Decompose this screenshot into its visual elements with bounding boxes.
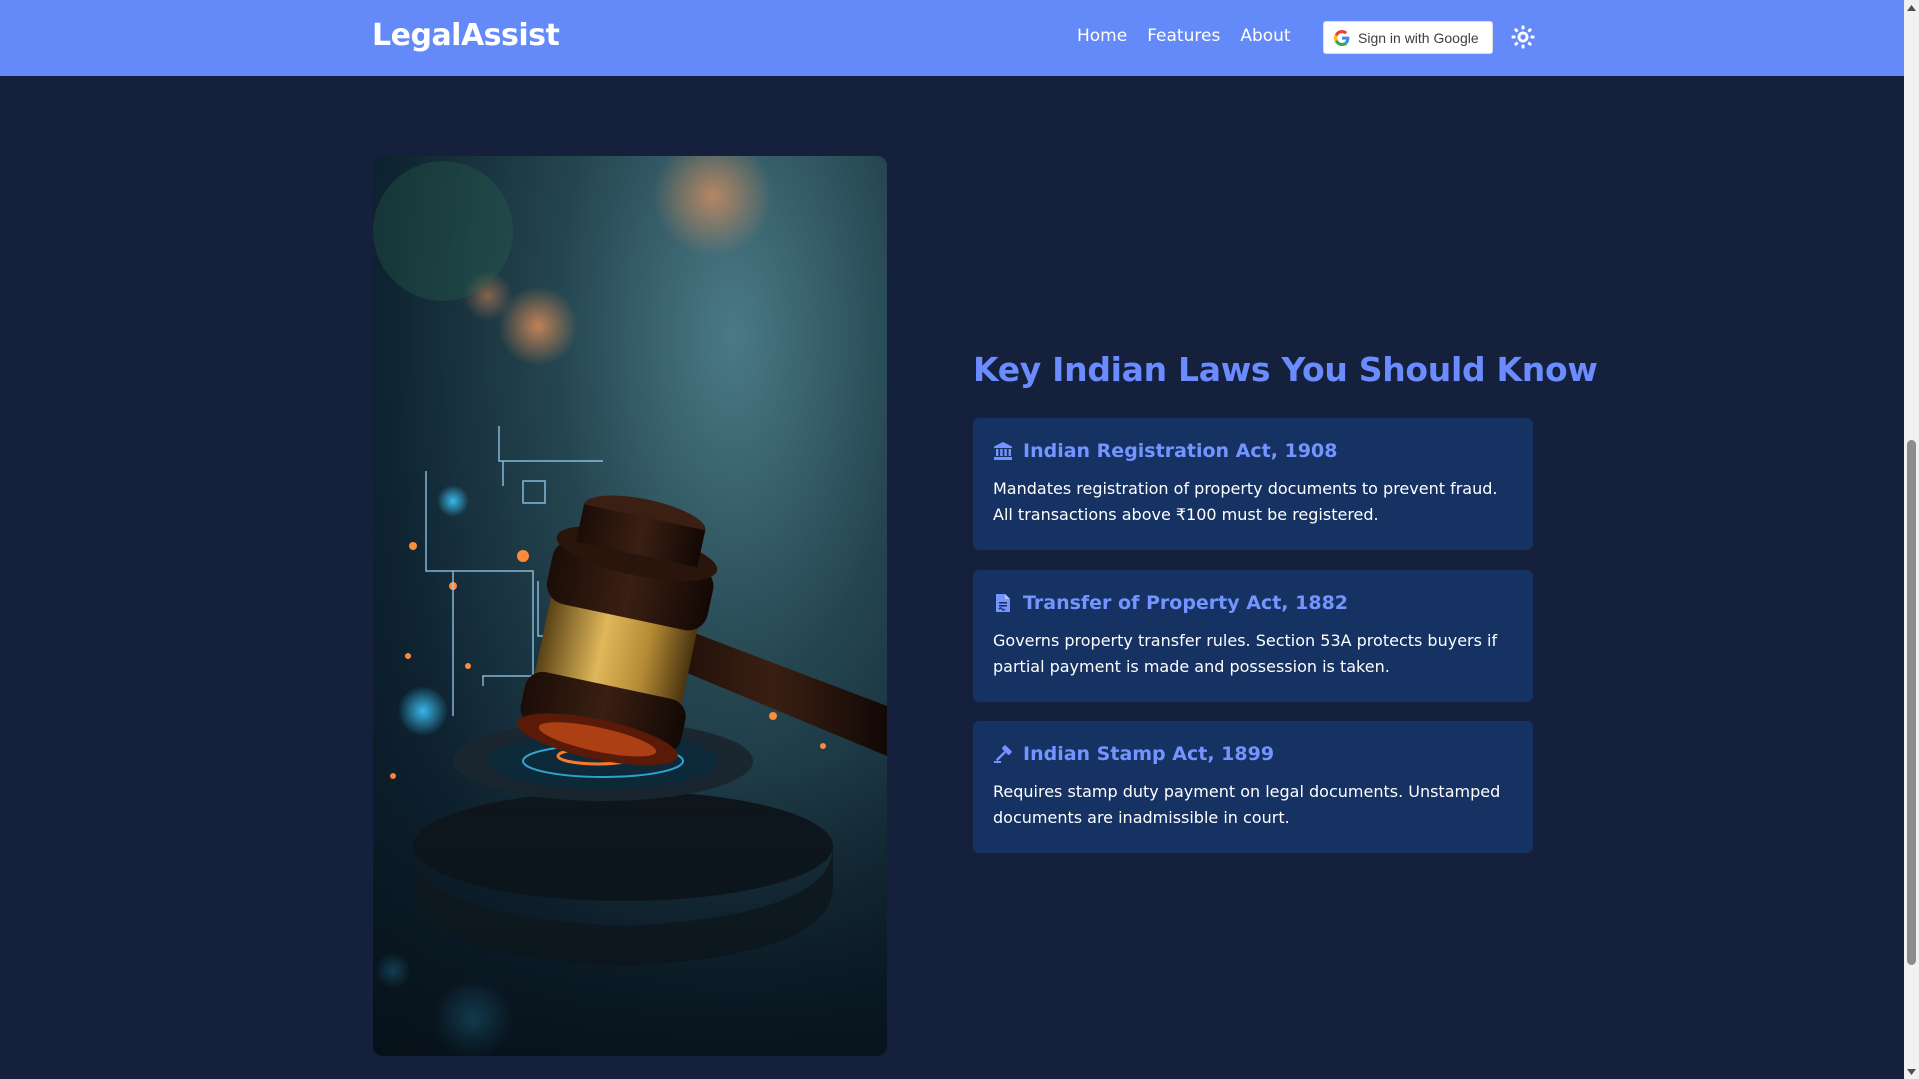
nav-features-link[interactable]: Features (1147, 26, 1220, 46)
scrollbar-thumb[interactable] (1907, 440, 1916, 965)
scroll-down-arrow-icon[interactable] (1904, 1064, 1919, 1079)
judge-gavel-image (373, 156, 887, 1056)
google-signin-label: Sign in with Google (1358, 29, 1479, 46)
section-title: Key Indian Laws You Should Know (973, 350, 1598, 389)
law-description: Governs property transfer rules. Section… (993, 631, 1498, 676)
page: LegalAssist Home Features About Sign in … (0, 0, 1919, 1079)
nav-links: Home Features About (1077, 26, 1291, 46)
file-contract-icon (996, 594, 1010, 612)
vertical-scrollbar[interactable] (1904, 0, 1919, 1079)
law-title: Indian Registration Act, 1908 (1023, 440, 1338, 462)
law-title: Transfer of Property Act, 1882 (1023, 592, 1349, 614)
law-title: Indian Stamp Act, 1899 (1023, 743, 1275, 765)
google-icon (1334, 29, 1350, 46)
brand-logo[interactable]: LegalAssist (372, 18, 560, 53)
law-card-header: Indian Stamp Act, 1899 (993, 743, 1513, 765)
building-columns-icon (994, 442, 1012, 460)
law-card-registration-act: Indian Registration Act, 1908 Mandates r… (973, 418, 1533, 550)
sun-icon[interactable] (1511, 25, 1535, 49)
navbar: LegalAssist Home Features About Sign in … (0, 0, 1904, 76)
nav-home-link[interactable]: Home (1077, 26, 1127, 46)
law-card-header: Transfer of Property Act, 1882 (993, 592, 1513, 614)
scroll-up-arrow-icon[interactable] (1904, 0, 1919, 15)
law-card-transfer-of-property-act: Transfer of Property Act, 1882 Governs p… (973, 570, 1533, 702)
nav-about-link[interactable]: About (1240, 26, 1290, 46)
gavel-illustration (373, 156, 887, 1056)
google-signin-button[interactable]: Sign in with Google (1323, 21, 1493, 54)
law-description: Mandates registration of property docume… (993, 479, 1498, 524)
gavel-icon (994, 745, 1012, 763)
law-card-header: Indian Registration Act, 1908 (993, 440, 1513, 462)
law-description: Requires stamp duty payment on legal doc… (993, 782, 1501, 827)
law-card-stamp-act: Indian Stamp Act, 1899 Requires stamp du… (973, 721, 1533, 853)
